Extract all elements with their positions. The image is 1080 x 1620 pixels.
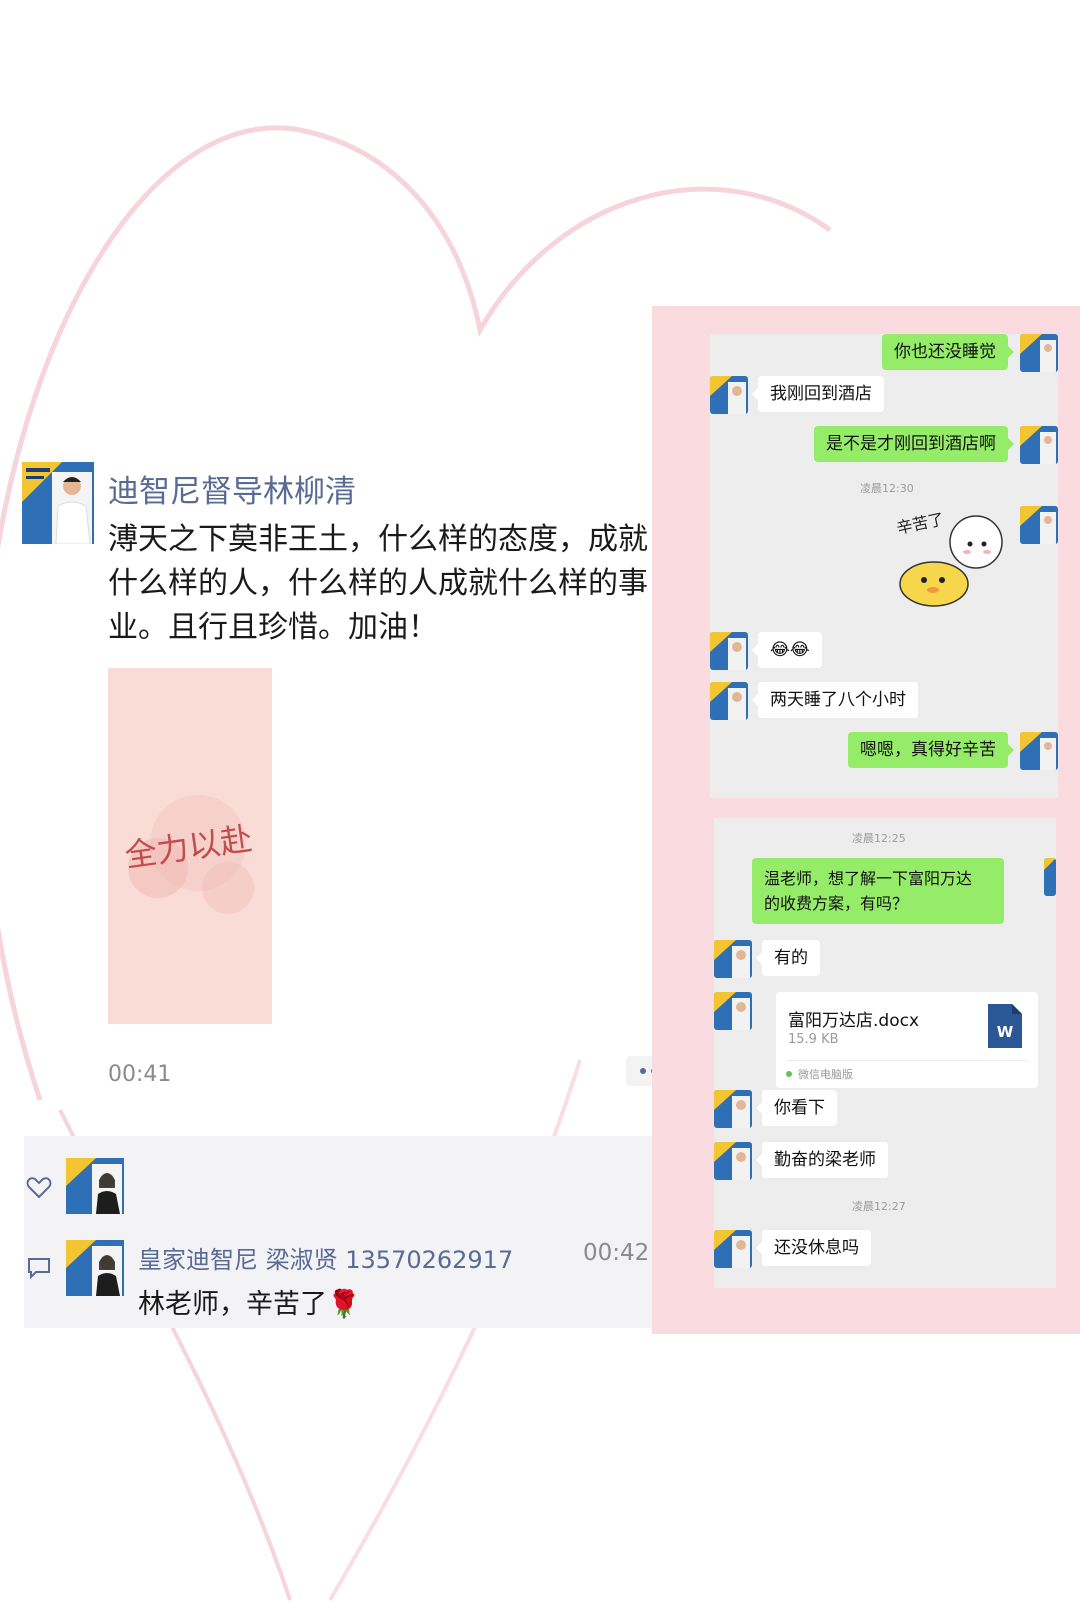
post-author-name[interactable]: 迪智尼督导林柳清 <box>108 466 356 511</box>
chat-bubble-received[interactable]: 勤奋的梁老师 <box>756 1142 888 1178</box>
commenter-avatar[interactable] <box>66 1240 124 1296</box>
chat-bubble-received[interactable]: 两天睡了八个小时 <box>752 682 918 718</box>
chat-bubble-sent[interactable]: 你也还没睡觉 <box>882 334 1014 370</box>
sticker-image[interactable]: 辛苦了 <box>892 502 1012 612</box>
comment-icon <box>28 1258 50 1280</box>
chat-bubble-received[interactable]: 有的 <box>756 940 820 976</box>
comment-text: 林老师，辛苦了🌹 <box>138 1289 361 1320</box>
contact-avatar[interactable] <box>710 682 748 720</box>
my-avatar[interactable] <box>1020 506 1058 544</box>
chat-timestamp: 凌晨12:25 <box>852 832 906 845</box>
heart-icon <box>26 1177 52 1199</box>
svg-text:W: W <box>997 1023 1014 1041</box>
file-attachment-card[interactable]: 富阳万达店.docx 15.9 KB W 微信电脑版 <box>776 992 1038 1088</box>
wechat-pc-icon <box>786 1071 792 1077</box>
comment-time: 00:42 <box>583 1240 650 1266</box>
my-avatar[interactable] <box>1020 732 1058 770</box>
contact-avatar[interactable] <box>710 376 748 414</box>
my-avatar[interactable] <box>1020 334 1058 372</box>
contact-avatar[interactable] <box>710 632 748 670</box>
post-text: 溥天之下莫非王土，什么样的态度，成就什么样的人，什么样的人成就什么样的事业。且行… <box>108 522 648 645</box>
chat-bubble-received[interactable]: 你看下 <box>756 1090 837 1126</box>
contact-avatar[interactable] <box>714 1142 752 1180</box>
file-size: 15.9 KB <box>788 1032 839 1047</box>
post-image[interactable]: 全力以赴 <box>108 668 272 1024</box>
liker-avatar[interactable] <box>66 1158 124 1214</box>
file-name: 富阳万达店.docx <box>788 1011 920 1031</box>
chat-timestamp: 凌晨12:30 <box>860 482 914 495</box>
svg-text:辛苦了: 辛苦了 <box>895 509 946 538</box>
word-document-icon: W <box>988 1004 1022 1048</box>
chat-bubble-sent[interactable]: 嗯嗯，真得好辛苦 <box>848 732 1014 768</box>
my-avatar[interactable] <box>1020 426 1058 464</box>
contact-avatar[interactable] <box>714 940 752 978</box>
chat-bubble-sent[interactable]: 温老师，想了解一下富阳万达 的收费方案，有吗？ <box>752 858 1004 924</box>
chat-screenshot-top: 你也还没睡觉 我刚回到酒店 是不是才刚回到酒店啊 凌晨12:30 辛苦了 😂😂 … <box>710 334 1058 798</box>
chat-bubble-received[interactable]: 还没休息吗 <box>756 1230 871 1266</box>
comment-author-name[interactable]: 皇家迪智尼 梁淑贤 13570262917 <box>138 1240 513 1275</box>
contact-avatar[interactable] <box>714 992 752 1030</box>
chat-bubble-received[interactable]: 😂😂 <box>752 632 822 668</box>
file-source: 微信电脑版 <box>798 1068 853 1081</box>
chat-bubble-sent[interactable]: 是不是才刚回到酒店啊 <box>814 426 1014 462</box>
contact-avatar[interactable] <box>714 1230 752 1268</box>
chat-bubble-received[interactable]: 我刚回到酒店 <box>752 376 884 412</box>
contact-avatar[interactable] <box>714 1090 752 1128</box>
chat-screenshot-bottom: 凌晨12:25 温老师，想了解一下富阳万达 的收费方案，有吗？ 有的 富阳万达店… <box>714 818 1056 1288</box>
chat-timestamp: 凌晨12:27 <box>852 1200 906 1213</box>
author-avatar[interactable] <box>22 462 94 545</box>
post-time: 00:41 <box>108 1062 172 1087</box>
my-avatar[interactable] <box>1044 858 1056 896</box>
